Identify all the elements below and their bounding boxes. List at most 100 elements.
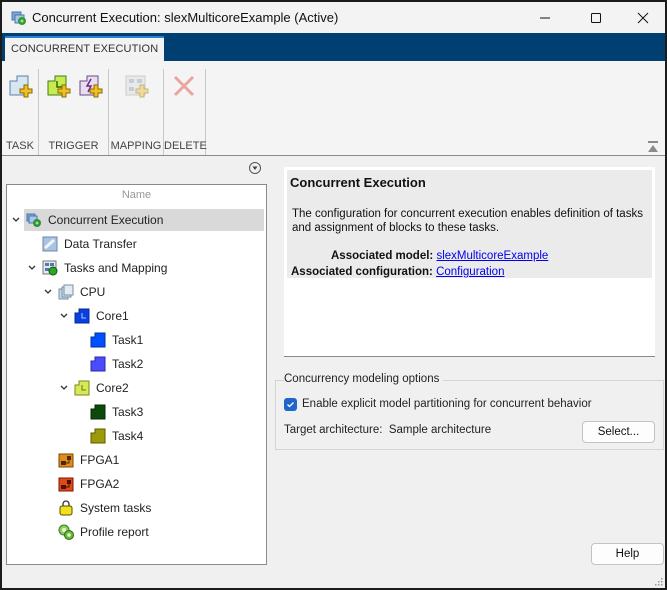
checkmark-icon [287,402,294,408]
tree-node-task3[interactable]: Task3 [90,401,143,423]
collapse-toolstrip-icon[interactable] [647,141,659,153]
explicit-partitioning-checkbox[interactable] [284,398,297,411]
tree-node-system-tasks[interactable]: System tasks [58,497,151,519]
add-mapping-button[interactable] [123,73,151,101]
chevron-down-icon[interactable] [43,287,53,297]
chevron-down-icon[interactable] [59,383,69,393]
tree-node-label: CPU [80,285,106,299]
tree-node-label: Profile report [80,525,149,539]
resize-grip-icon[interactable] [653,576,663,586]
maximize-icon [591,12,601,23]
fpga-icon [58,453,74,468]
associated-configuration-label: Associated configuration: [291,266,433,278]
task-icon [90,404,106,420]
target-architecture-value: Sample architecture [388,424,492,436]
associated-model-label: Associated model: [331,250,434,262]
associated-configuration-link[interactable]: Configuration [436,266,504,278]
tasks-mapping-icon [42,260,58,276]
add-task-icon [9,75,33,98]
target-architecture-label: Target architecture: [284,424,383,436]
add-periodic-trigger-icon [47,75,71,98]
target-architecture-row: Target architecture: Sample architecture [284,424,491,436]
tree-node-fpga1[interactable]: FPGA1 [58,449,119,471]
details-description: The configuration for concurrent executi… [292,208,643,234]
tree-node-cpu[interactable]: CPU [58,281,105,303]
core-icon [74,380,90,396]
task-group: TASK [2,69,39,155]
title-bar: Concurrent Execution: slexMulticoreExamp… [2,2,665,33]
details-content: Concurrent Execution The configuration f… [287,170,652,278]
tree-node-label: Concurrent Execution [48,213,164,227]
minimize-button[interactable] [522,2,568,33]
tree-node-profile-report[interactable]: Profile report [58,521,149,543]
add-mapping-icon [125,75,149,98]
maximize-button[interactable] [573,2,619,33]
tree-node-task2[interactable]: Task2 [90,353,143,375]
add-aperiodic-trigger-button[interactable] [77,73,105,101]
add-periodic-trigger-button[interactable] [45,73,73,101]
tree-node-label: FPGA2 [80,477,120,491]
tree-options-icon[interactable] [248,161,262,175]
ribbon-tabstrip: CONCURRENT EXECUTION [2,33,665,61]
ribbon-toolstrip: TASK TRIGGER MAPPING DELETE [2,61,665,156]
details-title: Concurrent Execution [290,175,426,190]
profile-report-icon [58,524,74,540]
trigger-group: TRIGGER [39,69,109,155]
tree-node-fpga2[interactable]: FPGA2 [58,473,119,495]
tree-node-label: Task1 [112,333,144,347]
minimize-icon [540,17,550,18]
task-icon [90,356,106,372]
tree-node-label: FPGA1 [80,453,120,467]
data-transfer-icon [42,236,58,252]
concurrent-execution-window: Concurrent Execution: slexMulticoreExamp… [0,0,667,590]
tree-node-core1[interactable]: Core1 [74,305,129,327]
help-button[interactable]: Help [591,543,664,565]
tree-node-label: Task2 [112,357,144,371]
model-hierarchy-tree: Name Concurrent Execution Data Transfer [6,184,267,565]
add-aperiodic-trigger-icon [79,75,103,98]
mapping-group: MAPPING [109,69,164,155]
delete-group: DELETE [164,69,207,155]
mapping-group-label: MAPPING [110,140,162,152]
tree-node-data-transfer[interactable]: Data Transfer [42,233,137,255]
task-icon [90,332,106,348]
tab-concurrent-execution[interactable]: CONCURRENT EXECUTION [5,36,165,61]
close-icon [637,12,649,23]
associated-model-link[interactable]: slexMulticoreExample [436,250,548,262]
window-title: Concurrent Execution: slexMulticoreExamp… [32,10,339,25]
system-tasks-icon [59,500,73,516]
tree-node-label: Task3 [112,405,144,419]
core-icon [74,308,90,324]
tree-node-label: Data Transfer [64,237,137,251]
chevron-down-icon[interactable] [11,215,21,225]
add-task-button[interactable] [7,73,35,101]
task-group-label: TASK [6,140,34,152]
delete-group-label: DELETE [164,140,207,152]
details-pane: Concurrent Execution The configuration f… [284,167,655,357]
tree-node-label: Task4 [112,429,144,443]
tree-column-header-name[interactable]: Name [7,189,266,201]
concurrent-execution-icon [26,213,41,227]
tree-node-task4[interactable]: Task4 [90,425,143,447]
tree-node-label: Core2 [96,381,129,395]
tree-node-concurrent-execution[interactable]: Concurrent Execution [24,209,264,231]
tree-node-label: System tasks [80,501,152,515]
concurrent-execution-app-icon [11,11,26,25]
tree-node-task1[interactable]: Task1 [90,329,143,351]
delete-icon [173,75,195,97]
trigger-group-label: TRIGGER [48,140,99,152]
explicit-partitioning-label[interactable]: Enable explicit model partitioning for c… [302,398,592,410]
tree-node-core2[interactable]: Core2 [74,377,129,399]
fpga-icon [58,477,74,492]
select-architecture-button[interactable]: Select... [582,421,655,443]
cpu-icon [58,284,74,300]
chevron-down-icon[interactable] [27,263,37,273]
tree-node-label: Core1 [96,309,129,323]
delete-button[interactable] [171,73,199,101]
task-icon [90,428,106,444]
chevron-down-icon[interactable] [59,311,69,321]
concurrency-options-legend: Concurrency modeling options [284,373,444,385]
tree-node-tasks-and-mapping[interactable]: Tasks and Mapping [42,257,167,279]
tree-node-label: Tasks and Mapping [64,261,168,275]
close-button[interactable] [620,2,666,33]
